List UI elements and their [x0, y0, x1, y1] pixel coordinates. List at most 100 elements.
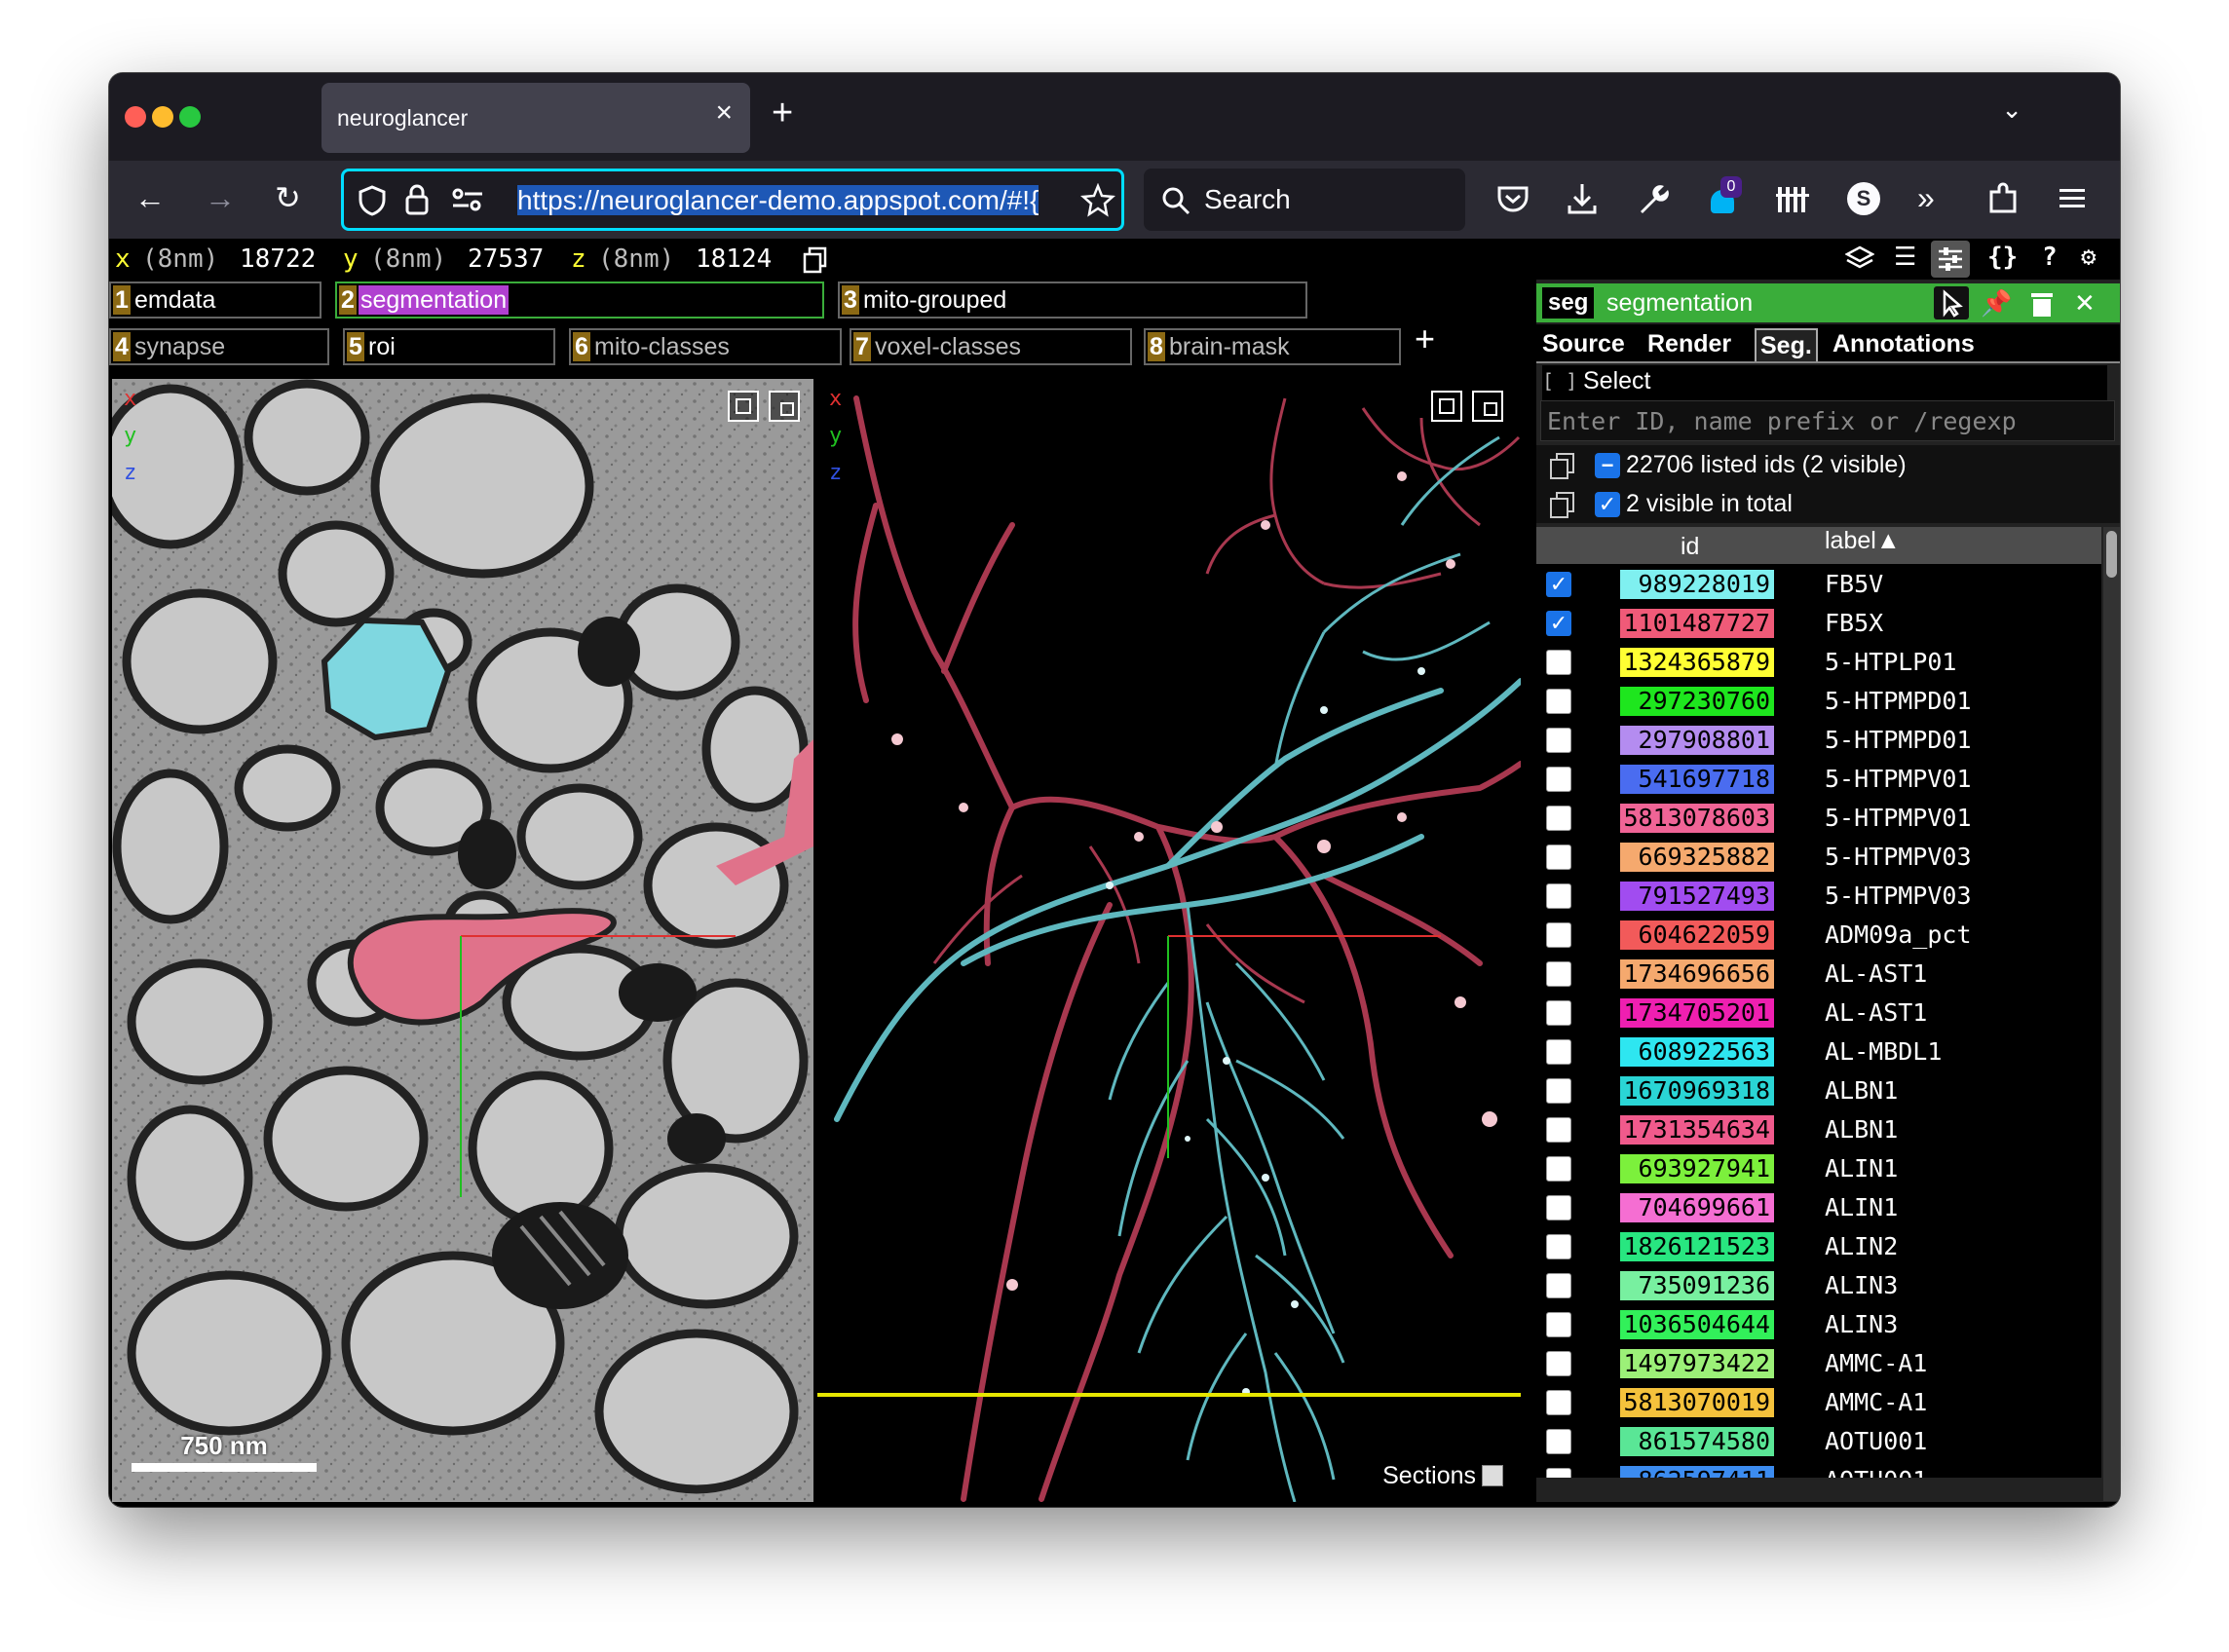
table-row[interactable]: 608922563 AL-MBDL1 — [1536, 1032, 2101, 1070]
segment-visibility-checkbox[interactable] — [1546, 1117, 1571, 1143]
table-row[interactable]: ✓ 989228019 FB5V — [1536, 564, 2101, 603]
segment-visibility-checkbox[interactable] — [1546, 1156, 1571, 1182]
menu-hamburger-icon[interactable] — [2058, 186, 2087, 211]
layer-chip-emdata[interactable]: 1 emdata — [109, 282, 321, 319]
sort-by-id-header[interactable]: id — [1681, 533, 1699, 561]
extension-bug-icon[interactable]: 0 — [1707, 176, 1742, 213]
url-text[interactable]: https://neuroglancer-demo.appspot.com/#!… — [517, 185, 1063, 216]
tab-list-chevron-icon[interactable]: ⌄ — [2001, 94, 2022, 125]
maximize-panel-icon[interactable] — [728, 391, 759, 422]
segment-visibility-checkbox[interactable] — [1546, 1390, 1571, 1415]
sections-toggle[interactable]: Sections — [1382, 1462, 1503, 1490]
segment-visibility-checkbox[interactable]: ✓ — [1546, 572, 1571, 597]
back-icon[interactable]: ← — [134, 178, 166, 217]
browser-tab[interactable]: neuroglancer × — [321, 83, 750, 153]
table-row[interactable]: 704699661 ALIN1 — [1536, 1187, 2101, 1226]
table-row[interactable]: 1734696656 AL-AST1 — [1536, 954, 2101, 993]
3d-view-panel[interactable]: x y z Sections — [817, 379, 1521, 1502]
forward-icon[interactable]: → — [205, 178, 236, 217]
layer-chip-roi[interactable]: 5 roi — [343, 328, 555, 365]
table-row[interactable]: 669325882 5-HTPMPV03 — [1536, 837, 2101, 876]
table-row[interactable]: 862597411 AOTU001 — [1536, 1460, 2101, 1478]
layer-chip-synapse[interactable]: 4 synapse — [109, 328, 329, 365]
segment-id-chip[interactable]: 5813070019 — [1620, 1388, 1774, 1417]
segment-visibility-checkbox[interactable] — [1546, 922, 1571, 948]
json-braces-icon[interactable]: {} — [1987, 243, 2018, 272]
table-row[interactable]: 297230760 5-HTPMPD01 — [1536, 681, 2101, 720]
tab-annotations[interactable]: Annotations — [1829, 328, 1979, 359]
delete-layer-icon[interactable] — [2029, 291, 2055, 319]
shield-icon[interactable] — [358, 185, 387, 216]
table-row[interactable]: 1670969318 ALBN1 — [1536, 1070, 2101, 1109]
segment-visibility-checkbox[interactable] — [1546, 845, 1571, 870]
sort-by-label-header[interactable]: label▲ — [1825, 527, 1901, 555]
segment-id-chip[interactable]: 5813078603 — [1620, 804, 1774, 833]
library-icon[interactable] — [1775, 182, 1812, 215]
table-row[interactable]: 861574580 AOTU001 — [1536, 1421, 2101, 1460]
segment-visibility-checkbox[interactable] — [1546, 1351, 1571, 1376]
segment-id-chip[interactable]: 541697718 — [1620, 765, 1774, 794]
toggle-listed-checkbox[interactable]: − — [1595, 453, 1620, 478]
z-coordinate-input[interactable]: 18124 — [696, 244, 772, 274]
segment-visibility-checkbox[interactable] — [1546, 1234, 1571, 1259]
layer-chip-voxel-classes[interactable]: 7 voxel-classes — [850, 328, 1132, 365]
layer-chip-brain-mask[interactable]: 8 brain-mask — [1144, 328, 1401, 365]
segment-visibility-checkbox[interactable] — [1546, 1195, 1571, 1220]
segment-id-chip[interactable]: 791527493 — [1620, 882, 1774, 911]
bookmark-star-icon[interactable] — [1080, 183, 1115, 218]
segment-visibility-checkbox[interactable] — [1546, 883, 1571, 909]
segment-id-chip[interactable]: 1101487727 — [1620, 609, 1774, 638]
panel-layout-icon[interactable] — [1472, 391, 1503, 422]
lock-icon[interactable] — [404, 183, 430, 216]
permissions-icon[interactable] — [451, 187, 484, 212]
add-layer-button[interactable]: + — [1415, 319, 1435, 359]
minimize-window-button[interactable] — [152, 106, 173, 128]
y-coordinate-input[interactable]: 27537 — [468, 244, 544, 274]
panel-layout-icon[interactable] — [769, 391, 800, 422]
table-row[interactable]: 5813078603 5-HTPMPV01 — [1536, 798, 2101, 837]
segment-visibility-checkbox[interactable] — [1546, 1000, 1571, 1026]
toggle-visible-checkbox[interactable]: ✓ — [1595, 492, 1620, 517]
segment-id-chip[interactable]: 1036504644 — [1620, 1310, 1774, 1339]
segment-id-chip[interactable]: 735091236 — [1620, 1271, 1774, 1300]
segment-visibility-checkbox[interactable] — [1546, 650, 1571, 675]
settings-sliders-icon[interactable] — [1931, 241, 1970, 278]
segment-id-chip[interactable]: 1826121523 — [1620, 1232, 1774, 1261]
layers-icon[interactable] — [1845, 244, 1874, 274]
cross-section-panel[interactable]: x y z 750 nm — [112, 379, 813, 1502]
table-row[interactable]: 297908801 5-HTPMPD01 — [1536, 720, 2101, 759]
segment-visibility-checkbox[interactable] — [1546, 806, 1571, 831]
x-coordinate-input[interactable]: 18722 — [240, 244, 316, 274]
table-row[interactable]: 693927941 ALIN1 — [1536, 1148, 2101, 1187]
tab-source[interactable]: Source — [1538, 328, 1629, 359]
sections-checkbox[interactable] — [1482, 1465, 1503, 1486]
segment-visibility-checkbox[interactable] — [1546, 1273, 1571, 1298]
layer-name-input[interactable]: segmentation — [1606, 287, 1753, 319]
copy-position-icon[interactable] — [803, 246, 828, 274]
new-tab-button[interactable]: + — [772, 93, 793, 134]
layer-chip-segmentation[interactable]: 2 segmentation — [335, 282, 824, 319]
segment-visibility-checkbox[interactable] — [1546, 767, 1571, 792]
table-row[interactable]: 1036504644 ALIN3 — [1536, 1304, 2101, 1343]
tab-seg[interactable]: Seg. — [1755, 328, 1818, 361]
list-icon[interactable]: ☰ — [1894, 243, 1916, 272]
reload-icon[interactable]: ↻ — [275, 178, 301, 217]
profile-avatar[interactable]: S — [1847, 182, 1880, 215]
segment-id-chip[interactable]: 1497973422 — [1620, 1349, 1774, 1378]
pocket-icon[interactable] — [1496, 184, 1530, 215]
segment-id-chip[interactable]: 704699661 — [1620, 1193, 1774, 1222]
table-row[interactable]: 541697718 5-HTPMPV01 — [1536, 759, 2101, 798]
table-row[interactable]: 1731354634 ALBN1 — [1536, 1109, 2101, 1148]
segment-id-chip[interactable]: 608922563 — [1620, 1037, 1774, 1067]
segment-visibility-checkbox[interactable] — [1546, 689, 1571, 714]
url-bar[interactable]: https://neuroglancer-demo.appspot.com/#!… — [341, 169, 1124, 231]
tab-render[interactable]: Render — [1643, 328, 1735, 359]
overflow-chevrons-icon[interactable]: » — [1917, 178, 1935, 217]
segment-id-chip[interactable]: 1731354634 — [1620, 1115, 1774, 1145]
segment-id-chip[interactable]: 861574580 — [1620, 1427, 1774, 1456]
segment-visibility-checkbox[interactable] — [1546, 1039, 1571, 1065]
segment-id-chip[interactable]: 1734696656 — [1620, 959, 1774, 989]
pin-icon[interactable]: 📌 — [1981, 287, 2012, 319]
close-tab-icon[interactable]: × — [715, 96, 733, 130]
segment-id-chip[interactable]: 1670969318 — [1620, 1076, 1774, 1106]
